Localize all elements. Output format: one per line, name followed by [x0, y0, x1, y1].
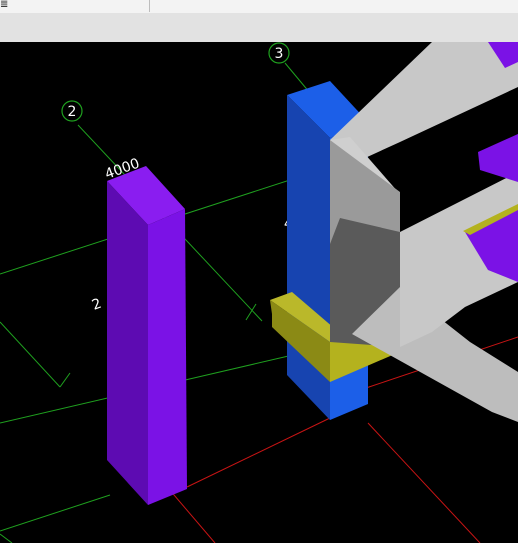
grid-tick-2 [245, 303, 257, 321]
grid-line-c [0, 494, 111, 532]
model-canvas[interactable]: 2 3 4000 2 4 [0, 42, 518, 543]
menu-separator [149, 0, 150, 12]
menu-icon[interactable]: ≣ [0, 0, 8, 11]
cad-application: ≣ 2 3 4000 2 [0, 0, 518, 543]
dimension-text-side: 2 [90, 296, 104, 314]
3d-viewport[interactable]: 2 3 4000 2 4 [0, 42, 518, 543]
grid-line-d [0, 321, 61, 388]
purple-column[interactable] [107, 166, 187, 505]
purple-column-right-face [148, 209, 187, 505]
axis-label-2: 2 [68, 104, 77, 120]
menu-bar: ≣ [0, 0, 518, 14]
axis-label-3: 3 [275, 46, 284, 62]
grid-tick-1 [59, 372, 71, 388]
axis-marker-3[interactable]: 3 [268, 42, 290, 64]
gray-slab[interactable] [330, 42, 518, 543]
toolbar [0, 13, 518, 43]
purple-column-left-face [107, 181, 148, 505]
grid-tick-3 [0, 533, 13, 543]
red-axis-w [186, 417, 331, 488]
axis-marker-2[interactable]: 2 [61, 100, 83, 122]
